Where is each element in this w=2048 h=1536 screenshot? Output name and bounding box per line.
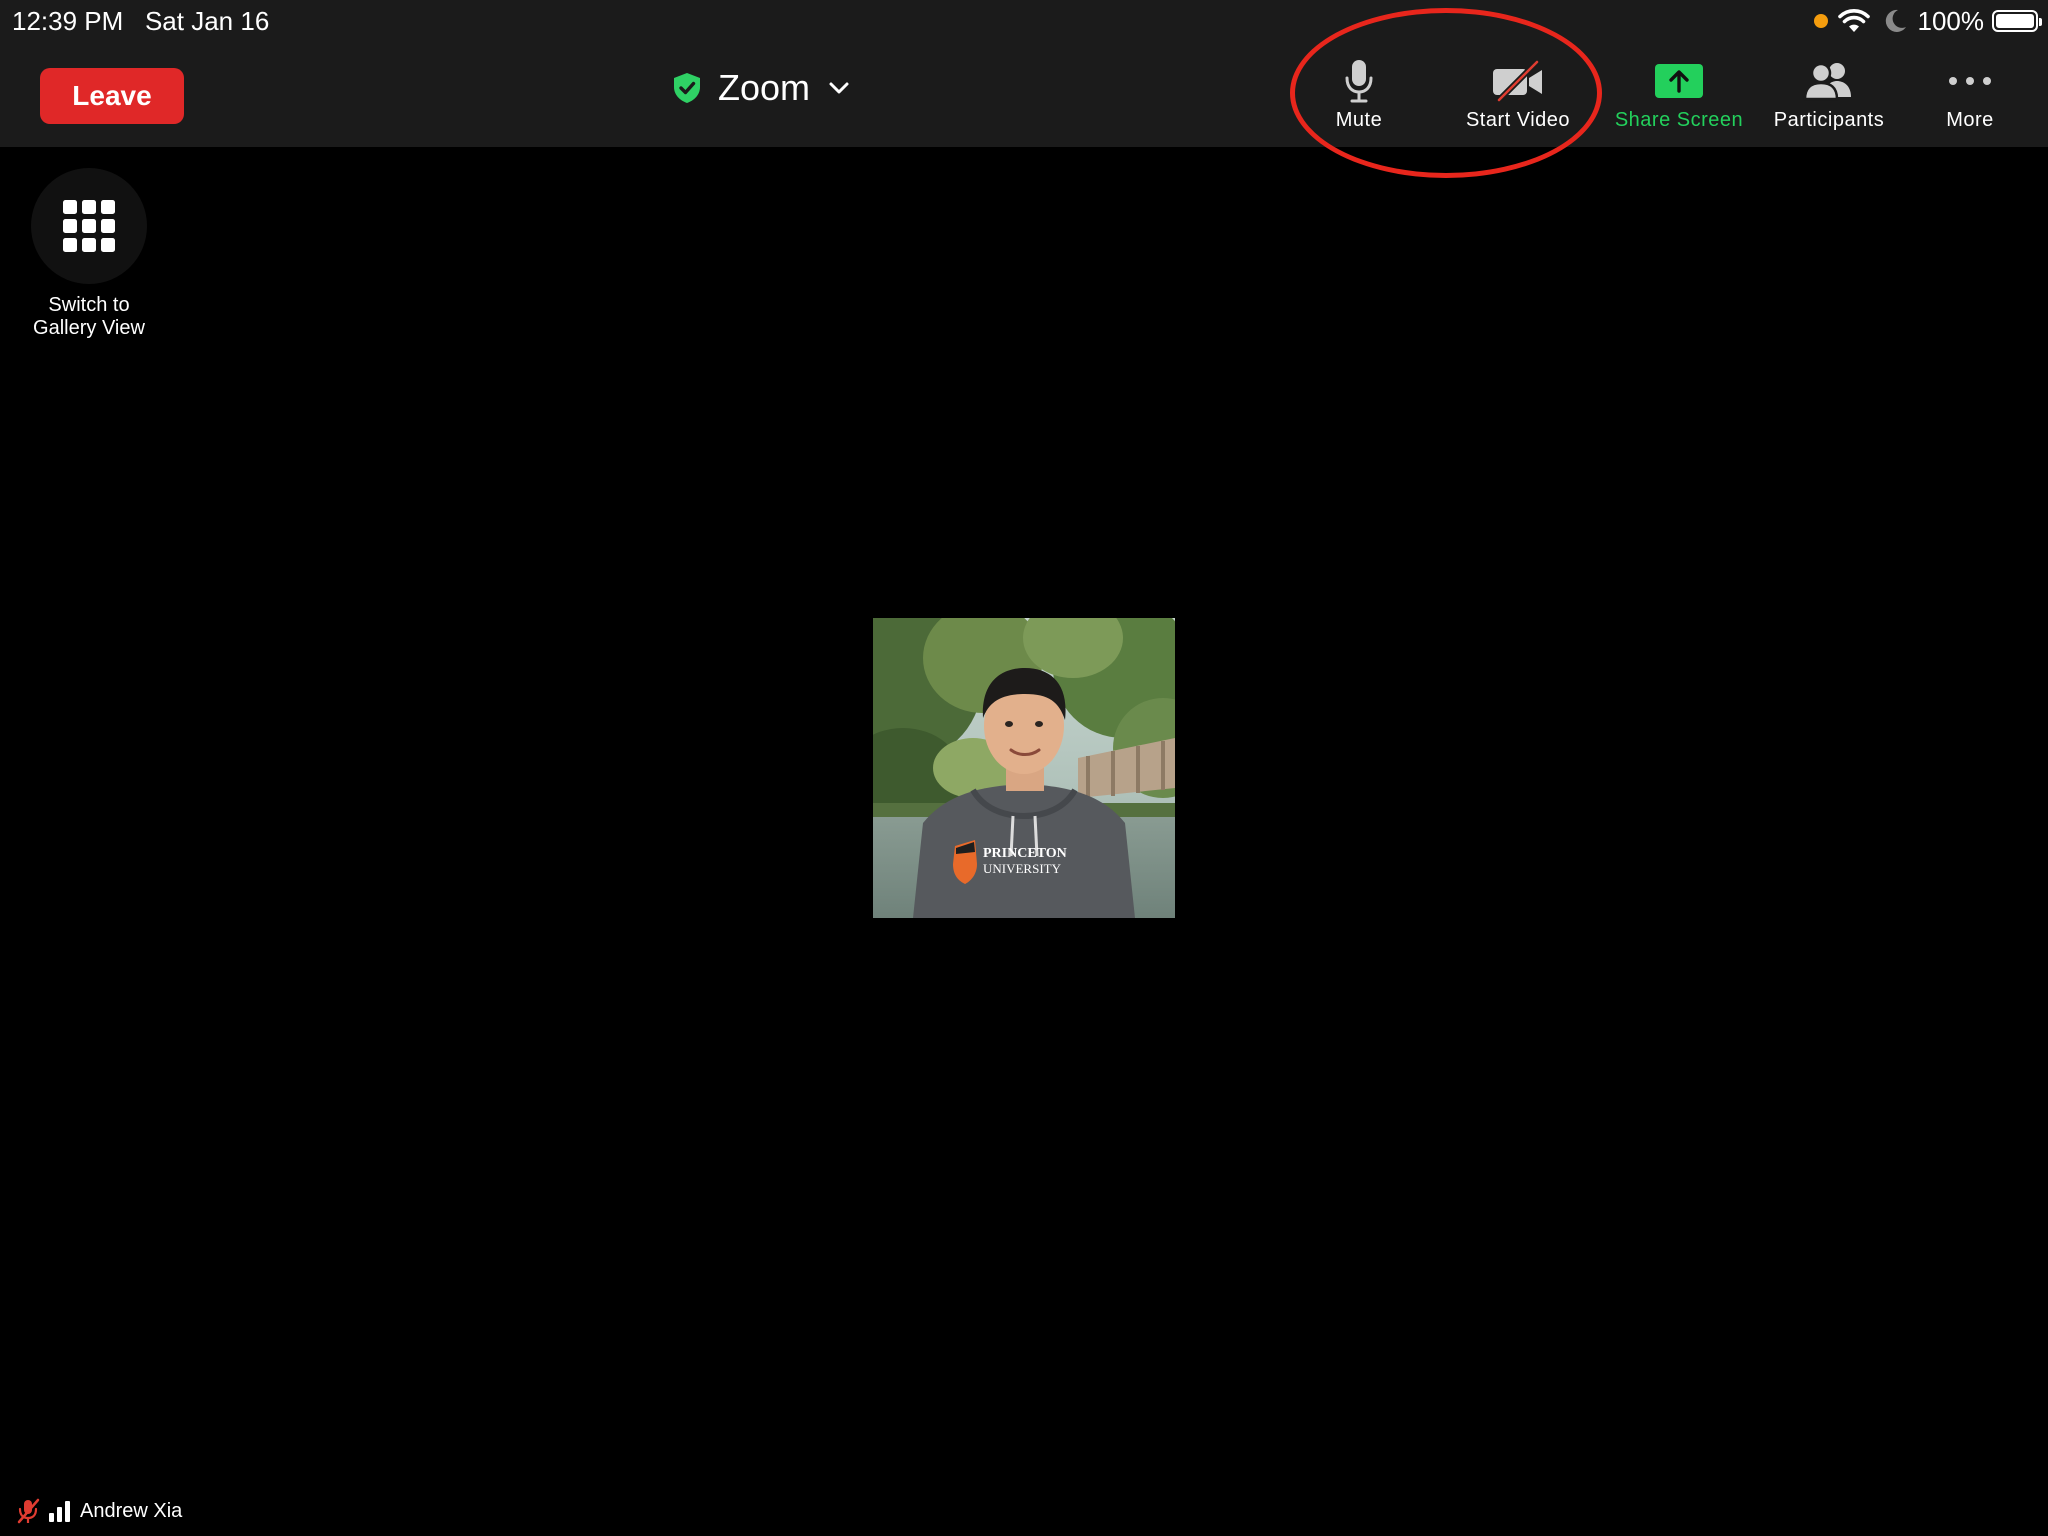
mute-label: Mute [1335,109,1383,131]
participant-name: Andrew Xia [80,1499,183,1522]
shield-check-icon [674,73,700,103]
status-date: Sat Jan 16 [144,6,270,36]
start-video-icon-wrap [1491,56,1545,106]
gallery-view-label: Switch to Gallery View [33,294,145,340]
hoodie-text-line2: UNIVERSITY [983,861,1062,876]
gallery-label-line1: Switch to [48,294,130,316]
battery-percent: 100% [1917,6,1985,36]
meeting-title: Zoom [718,67,811,108]
battery-cap [2039,18,2042,26]
wifi-icon [1837,9,1870,32]
share-screen-label: Share Screen [1614,109,1744,131]
muted-microphone-icon [17,1498,40,1524]
video-off-icon [1493,59,1542,103]
participants-icon [1803,62,1851,101]
meeting-title-dropdown[interactable]: Zoom [672,62,850,114]
share-screen-button[interactable]: Share Screen [1608,56,1750,136]
more-icon-wrap [1948,56,1992,106]
participant-name-tag: Andrew Xia [14,1496,182,1526]
chevron-down-icon [829,82,849,94]
mic-in-use-indicator [1813,14,1828,28]
zoom-meeting-screen: 12:39 PM Sat Jan 16 100% Leave Zoom Mute… [0,0,2048,1536]
gallery-label-line2: Gallery View [33,317,145,339]
top-toolbar: 12:39 PM Sat Jan 16 100% Leave Zoom Mute… [0,0,2048,178]
more-button[interactable]: More [1940,56,2000,136]
microphone-icon [1345,60,1373,103]
hoodie-text-line1: PRINCETON [983,846,1067,861]
more-dots-icon [1949,77,1991,85]
switch-to-gallery-view-button[interactable]: Switch to Gallery View [20,168,158,340]
battery-fill [1996,14,2034,28]
mute-icon-wrap [1342,56,1376,106]
connection-signal-icon [49,1501,70,1522]
grid-icon [63,200,115,252]
share-screen-icon-wrap [1654,56,1704,106]
status-time: 12:39 PM [12,6,124,36]
more-label: More [1946,109,1994,131]
start-video-label: Start Video [1465,109,1571,131]
gallery-grid-icon-wrap [31,168,147,284]
share-screen-icon [1655,64,1703,98]
start-video-button[interactable]: Start Video [1456,56,1580,136]
participant-profile-photo: PRINCETON UNIVERSITY [873,618,1175,918]
profile-photo-illustration: PRINCETON UNIVERSITY [873,618,1175,918]
participants-button[interactable]: Participants [1764,56,1894,136]
moon-icon [1885,9,1906,32]
battery-icon [1992,10,2042,32]
leave-button[interactable]: Leave [40,68,184,124]
mute-button[interactable]: Mute [1318,56,1400,136]
status-indicators: 100% [1813,4,2042,38]
participants-label: Participants [1773,109,1885,131]
participants-icon-wrap [1803,56,1855,106]
status-time-date: 12:39 PM Sat Jan 16 [12,4,269,38]
